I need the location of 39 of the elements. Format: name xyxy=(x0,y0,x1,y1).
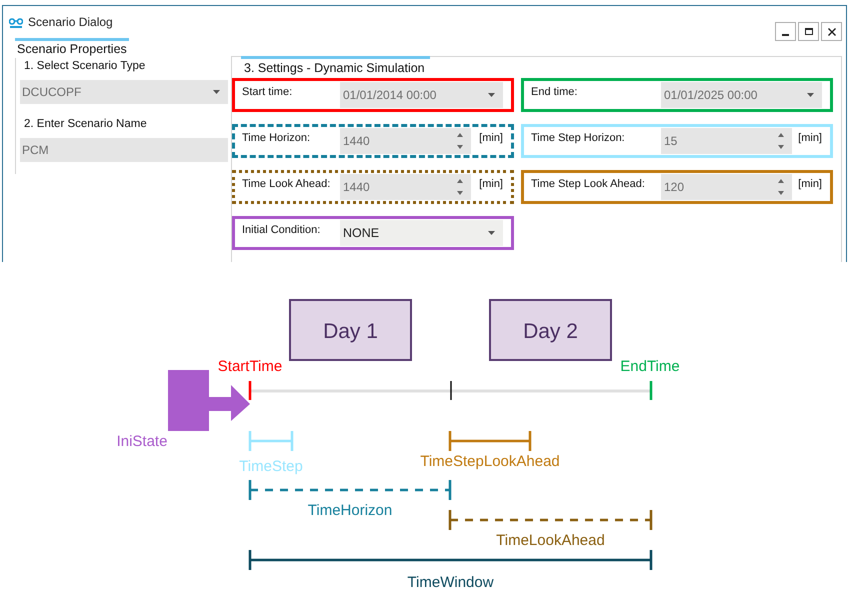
minimize-icon xyxy=(782,34,789,36)
close-icon xyxy=(826,26,836,36)
span-label: TimeStep xyxy=(239,458,303,475)
span-label: TimeStepLookAhead xyxy=(420,453,560,470)
dropdown-field[interactable]: NONE xyxy=(340,220,503,246)
dropdown-caret-icon[interactable] xyxy=(213,90,220,94)
span-label: TimeWindow xyxy=(407,574,494,591)
maximize-button[interactable] xyxy=(798,22,819,41)
midpoint-tick xyxy=(450,381,452,400)
field-label: End time: xyxy=(531,86,578,98)
initial-state-label: IniState xyxy=(116,433,168,450)
unit-label: [min] xyxy=(479,132,503,144)
step-label: 1. Select Scenario Type xyxy=(24,60,146,72)
day-label: Day 2 xyxy=(523,320,578,343)
day-label: Day 1 xyxy=(323,320,378,343)
time-marker-label: EndTime xyxy=(620,358,680,375)
field-label: Time Step Look Ahead: xyxy=(531,178,646,190)
field-label: Time Look Ahead: xyxy=(242,178,332,190)
span-label: TimeLookAhead xyxy=(496,532,605,549)
app-logo-icon xyxy=(9,15,23,29)
scenario-properties-tab[interactable]: Scenario Properties xyxy=(15,38,129,58)
unit-label: [min] xyxy=(798,132,822,144)
maximize-icon xyxy=(804,26,814,36)
unit-label: [min] xyxy=(798,178,822,190)
time-marker-label: StartTime xyxy=(218,358,282,375)
unit-label: [min] xyxy=(479,178,503,190)
step-label: 2. Enter Scenario Name xyxy=(24,118,148,130)
field-label: Initial Condition: xyxy=(242,224,322,236)
scenario-name-field[interactable]: PCM xyxy=(20,138,228,162)
close-button[interactable] xyxy=(821,22,842,41)
minimize-button[interactable] xyxy=(775,22,796,41)
field-label: Time Step Horizon: xyxy=(531,132,626,144)
dropdown-caret-icon[interactable] xyxy=(488,231,495,235)
scenario-type-dropdown[interactable]: DCUCOPF xyxy=(20,80,228,104)
field-label: Start time: xyxy=(242,86,294,98)
window-title: Scenario Dialog xyxy=(28,15,113,29)
span-label: TimeHorizon xyxy=(308,502,392,519)
field-label: Time Horizon: xyxy=(242,132,312,144)
settings-tab[interactable]: 3. Settings - Dynamic Simulation xyxy=(241,56,430,75)
